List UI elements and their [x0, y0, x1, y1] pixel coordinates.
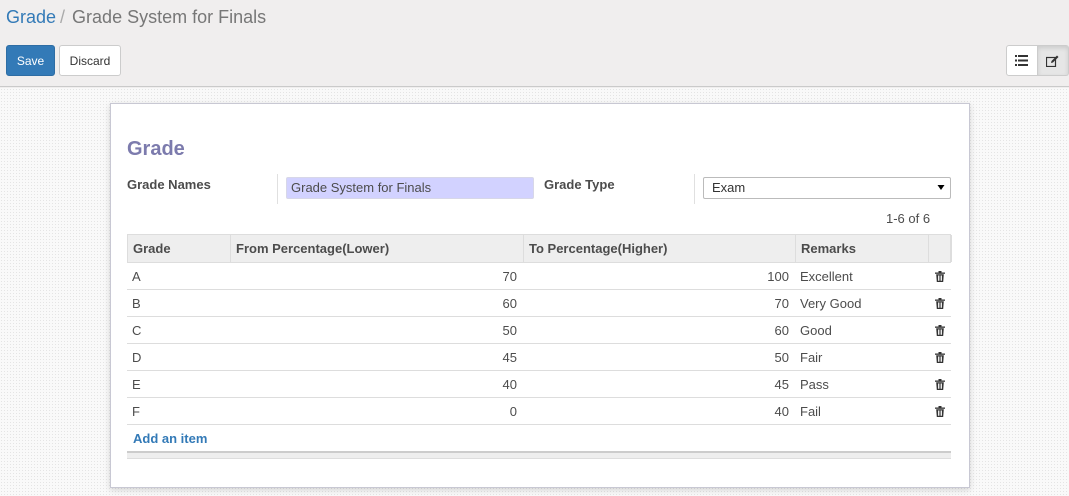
- grade-cell: D: [132, 349, 142, 365]
- trash-icon: [934, 351, 945, 363]
- from-percentage-cell: 70: [502, 268, 517, 284]
- breadcrumb-separator: /: [60, 7, 66, 27]
- table-row[interactable]: A 70 100 Excellent: [127, 263, 951, 290]
- add-item-link[interactable]: Add an item: [133, 431, 207, 446]
- view-switcher: [1006, 45, 1069, 76]
- delete-row-button[interactable]: [928, 317, 951, 343]
- form-title: Grade: [127, 138, 185, 160]
- grade-cell: E: [132, 376, 141, 392]
- trash-icon: [934, 405, 945, 417]
- delete-row-button[interactable]: [928, 290, 951, 316]
- delete-row-button[interactable]: [928, 398, 951, 424]
- field-divider: [277, 174, 278, 204]
- table-footer: [127, 451, 951, 459]
- edit-icon: [1046, 55, 1059, 67]
- to-percentage-cell: 50: [774, 349, 789, 365]
- table-header: Grade From Percentage(Lower) To Percenta…: [127, 234, 952, 263]
- from-percentage-cell: 50: [502, 322, 517, 338]
- trash-icon: [934, 297, 945, 309]
- delete-row-button[interactable]: [928, 344, 951, 370]
- column-header-from-percentage[interactable]: From Percentage(Lower): [231, 235, 524, 262]
- grade-type-label: Grade Type: [544, 177, 615, 192]
- column-header-to-percentage[interactable]: To Percentage(Higher): [524, 235, 796, 262]
- from-percentage-cell: 60: [502, 295, 517, 311]
- grade-names-label: Grade Names: [127, 177, 211, 192]
- grade-cell: C: [132, 322, 142, 338]
- table-row[interactable]: E 40 45 Pass: [127, 371, 951, 398]
- to-percentage-cell: 40: [774, 403, 789, 419]
- field-divider: [694, 174, 695, 204]
- dropdown-arrow-icon: [937, 185, 945, 190]
- delete-row-button[interactable]: [928, 263, 951, 289]
- remarks-cell: Fair: [800, 349, 823, 365]
- form-content-area: Grade Grade Names Grade System for Final…: [0, 88, 1069, 496]
- remarks-cell: Fail: [800, 403, 821, 419]
- trash-icon: [934, 324, 945, 336]
- grade-cell: A: [132, 268, 141, 284]
- from-percentage-cell: 45: [502, 349, 517, 365]
- to-percentage-cell: 60: [774, 322, 789, 338]
- breadcrumb-current: Grade System for Finals: [72, 7, 267, 27]
- grade-names-input[interactable]: Grade System for Finals: [286, 177, 534, 199]
- add-item-row: Add an item: [127, 425, 951, 451]
- table-row[interactable]: C 50 60 Good: [127, 317, 951, 344]
- pager: 1-6 of 6: [886, 211, 931, 226]
- list-icon: [1015, 55, 1029, 66]
- delete-row-button[interactable]: [928, 371, 951, 397]
- remarks-cell: Good: [800, 322, 832, 338]
- remarks-cell: Pass: [800, 376, 829, 392]
- table-row[interactable]: B 60 70 Very Good: [127, 290, 951, 317]
- grade-type-value: Exam: [712, 180, 746, 195]
- save-button[interactable]: Save: [6, 45, 55, 76]
- grade-cell: B: [132, 295, 141, 311]
- grade-cell: F: [132, 403, 140, 419]
- column-header-remarks[interactable]: Remarks: [796, 235, 929, 262]
- breadcrumb-parent-link[interactable]: Grade: [6, 7, 56, 27]
- form-view-button[interactable]: [1037, 45, 1069, 76]
- control-panel: Grade / Grade System for Finals Save Disca…: [0, 0, 1069, 87]
- from-percentage-cell: 0: [509, 403, 517, 419]
- table-row[interactable]: F 0 40 Fail: [127, 398, 951, 425]
- form-sheet: Grade Grade Names Grade System for Final…: [110, 103, 970, 488]
- grade-type-select[interactable]: Exam: [703, 177, 951, 199]
- to-percentage-cell: 45: [774, 376, 789, 392]
- table-row[interactable]: D 45 50 Fair: [127, 344, 951, 371]
- column-header-grade[interactable]: Grade: [128, 235, 231, 262]
- remarks-cell: Very Good: [800, 295, 862, 311]
- trash-icon: [934, 270, 945, 282]
- list-view-button[interactable]: [1006, 45, 1038, 76]
- breadcrumb: Grade / Grade System for Finals: [6, 6, 266, 28]
- to-percentage-cell: 100: [767, 268, 789, 284]
- discard-button[interactable]: Discard: [59, 45, 121, 76]
- from-percentage-cell: 40: [502, 376, 517, 392]
- remarks-cell: Excellent: [800, 268, 853, 284]
- grade-lines-table: Grade From Percentage(Lower) To Percenta…: [127, 234, 952, 459]
- trash-icon: [934, 378, 945, 390]
- to-percentage-cell: 70: [774, 295, 789, 311]
- column-header-actions: [929, 235, 952, 262]
